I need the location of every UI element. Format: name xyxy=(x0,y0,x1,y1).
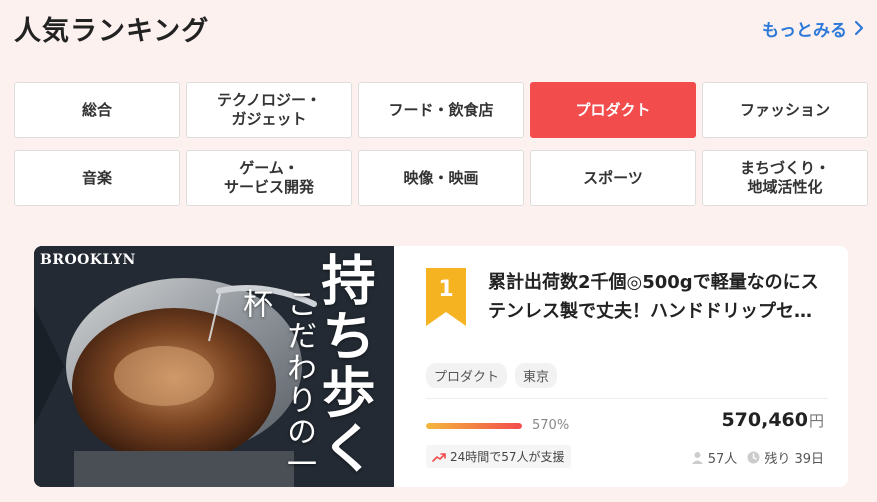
chevron-right-icon xyxy=(854,20,864,36)
trending-up-icon xyxy=(432,452,446,462)
supporters-stat: 57人 xyxy=(691,448,738,467)
progress-fill xyxy=(426,423,522,429)
rank-number: 1 xyxy=(438,277,454,302)
supporters-count: 57人 xyxy=(707,452,738,467)
category-tab[interactable]: プロダクト xyxy=(530,82,696,138)
progress-percent: 570% xyxy=(532,418,570,433)
ranking-card[interactable]: BROOKLYN こだわりの一杯 持ち歩く 1 累計出荷数2千個◎500gで軽量… xyxy=(34,246,848,487)
days-left-stat: 残り 39日 xyxy=(747,448,824,467)
clock-icon xyxy=(747,451,760,464)
category-tab[interactable]: ファッション xyxy=(702,82,868,138)
project-tag[interactable]: プロダクト xyxy=(426,363,508,388)
category-tab[interactable]: スポーツ xyxy=(530,150,696,206)
see-more-label: もっとみる xyxy=(762,20,847,41)
category-tabs: 総合 テクノロジー・ ガジェット フード・飲食店 プロダクト ファッション音楽 ゲーム・ … xyxy=(14,82,868,206)
category-tab[interactable]: 総合 xyxy=(14,82,180,138)
category-tab[interactable]: テクノロジー・ ガジェット xyxy=(186,82,352,138)
divider xyxy=(426,398,828,399)
trend-badge: 24時間で57人が支援 xyxy=(426,445,571,468)
project-tags: プロダクト 東京 xyxy=(426,363,558,388)
days-left: 残り 39日 xyxy=(764,452,824,467)
project-title[interactable]: 累計出荷数2千個◎500gで軽量なのにステンレス製で丈夫！ハンドドリップセット xyxy=(488,268,824,326)
amount-unit: 円 xyxy=(808,412,824,430)
page-title: 人気ランキング xyxy=(14,15,210,47)
project-stats: 57人 残り 39日 xyxy=(691,448,824,467)
header: 人気ランキング もっとみる xyxy=(14,8,865,48)
category-tab[interactable]: 音楽 xyxy=(14,150,180,206)
amount-value: 570,460 xyxy=(721,409,808,431)
category-tab[interactable]: 映像・映画 xyxy=(358,150,524,206)
rank-badge: 1 xyxy=(426,268,466,326)
funded-amount: 570,460円 xyxy=(721,409,824,431)
project-thumbnail[interactable]: BROOKLYN こだわりの一杯 持ち歩く xyxy=(34,246,394,487)
project-info: 1 累計出荷数2千個◎500gで軽量なのにステンレス製で丈夫！ハンドドリップセッ… xyxy=(394,246,848,487)
progress-bar xyxy=(426,423,522,429)
image-catch-main: 持ち歩く xyxy=(312,252,376,476)
see-more-link[interactable]: もっとみる xyxy=(762,16,865,41)
category-tab[interactable]: まちづくり・ 地域活性化 xyxy=(702,150,868,206)
category-tab[interactable]: ゲーム・ サービス開発 xyxy=(186,150,352,206)
person-icon xyxy=(691,452,703,464)
brand-logo: BROOKLYN xyxy=(40,252,136,268)
project-tag[interactable]: 東京 xyxy=(515,363,558,388)
category-tab[interactable]: フード・飲食店 xyxy=(358,82,524,138)
trend-text: 24時間で57人が支援 xyxy=(450,450,565,464)
